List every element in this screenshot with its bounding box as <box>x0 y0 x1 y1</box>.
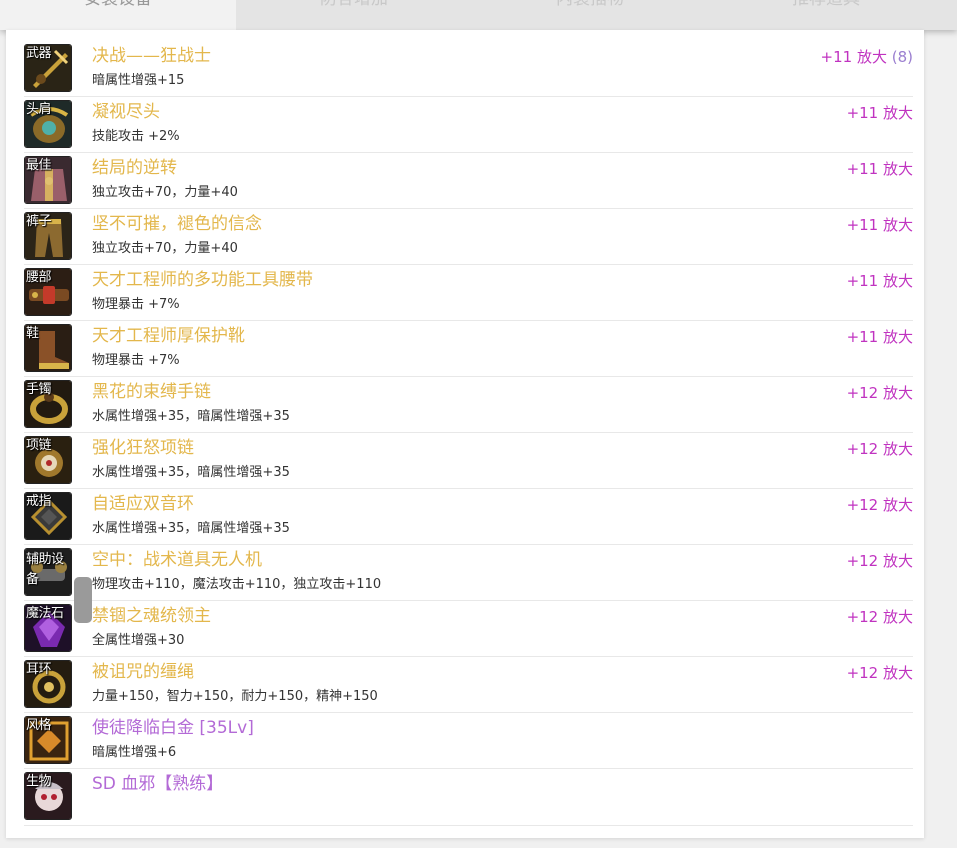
item-stats: 力量+150，智力+150，耐力+150，精神+150 <box>92 689 378 704</box>
weapon-icon: 武器 <box>24 44 72 92</box>
equipment-row-support[interactable]: 辅助设备 空中：战术道具无人机 物理攻击+110，魔法攻击+110，独立攻击+1… <box>24 545 913 601</box>
drone-icon: 辅助设备 <box>24 548 72 596</box>
necklace-icon: 项链 <box>24 436 72 484</box>
equipment-row-pants[interactable]: 裤子 坚不可摧，褪色的信念 独立攻击+70，力量+40 +11 放大 <box>24 209 913 265</box>
equipment-row-pet[interactable]: 生物 SD 血邪【熟练】 <box>24 769 913 826</box>
enhance-level: +12 放大 <box>846 496 913 514</box>
equipment-row-top[interactable]: 最佳 结局的逆转 独立攻击+70，力量+40 +11 放大 <box>24 153 913 209</box>
slot-label: 手镯 <box>26 382 52 397</box>
item-name[interactable]: 凝视尽头 <box>92 101 160 123</box>
item-stats: 独立攻击+70，力量+40 <box>92 241 238 256</box>
item-name[interactable]: 强化狂怒项链 <box>92 437 194 459</box>
item-stats: 技能攻击 +2% <box>92 129 180 144</box>
item-name[interactable]: 坚不可摧，褪色的信念 <box>92 213 262 235</box>
slot-label: 头肩 <box>26 102 52 117</box>
tab-interior[interactable]: 内装插物 <box>472 0 708 30</box>
item-name[interactable]: 黑花的束缚手链 <box>92 381 211 403</box>
enhance-level: +12 放大 <box>846 608 913 626</box>
style-icon: 风格 <box>24 716 72 764</box>
item-stats: 独立攻击+70，力量+40 <box>92 185 238 200</box>
equipment-row-earring[interactable]: 耳环 被诅咒的缰绳 力量+150，智力+150，耐力+150，精神+150 +1… <box>24 657 913 713</box>
item-stats: 全属性增强+30 <box>92 633 185 648</box>
slot-label: 辅助设备 <box>26 552 64 587</box>
item-name[interactable]: 决战——狂战士 <box>92 45 211 67</box>
enhance-level: +11 放大 <box>846 328 913 346</box>
ring-icon: 戒指 <box>24 492 72 540</box>
magic-stone-icon: 魔法石 <box>24 604 72 652</box>
slot-label: 项链 <box>26 438 52 453</box>
item-stats: 物理暴击 +7% <box>92 297 180 312</box>
equipment-row-shoes[interactable]: 鞋 天才工程师厚保护靴 物理暴击 +7% +11 放大 <box>24 321 913 377</box>
item-stats: 物理攻击+110，魔法攻击+110，独立攻击+110 <box>92 577 382 592</box>
enhance-count: (8) <box>891 48 913 66</box>
belt-icon: 腰部 <box>24 268 72 316</box>
slot-label: 魔法石 <box>26 606 64 621</box>
item-stats: 水属性增强+35，暗属性增强+35 <box>92 465 290 480</box>
equipment-row-style[interactable]: 风格 使徒降临白金 [35Lv] 暗属性增强+6 <box>24 713 913 769</box>
slot-label: 武器 <box>26 46 52 61</box>
item-stats: 物理暴击 +7% <box>92 353 180 368</box>
slot-label: 裤子 <box>26 214 52 229</box>
equipment-row-bracelet[interactable]: 手镯 黑花的束缚手链 水属性增强+35，暗属性增强+35 +12 放大 <box>24 377 913 433</box>
equipment-row-necklace[interactable]: 项链 强化狂怒项链 水属性增强+35，暗属性增强+35 +12 放大 <box>24 433 913 489</box>
enhance-level: +12 放大 <box>846 552 913 570</box>
item-name[interactable]: SD 血邪【熟练】 <box>92 773 223 795</box>
pet-icon: 生物 <box>24 772 72 820</box>
enhance-level: +12 放大 <box>846 440 913 458</box>
equipment-row-belt[interactable]: 腰部 天才工程师的多功能工具腰带 物理暴击 +7% +11 放大 <box>24 265 913 321</box>
slot-label: 最佳 <box>26 158 52 173</box>
enhance-level: +11 放大 <box>846 272 913 290</box>
slot-label: 戒指 <box>26 494 52 509</box>
tab-recommended[interactable]: 推荐道具 <box>708 0 944 30</box>
top-icon: 最佳 <box>24 156 72 204</box>
slot-label: 耳环 <box>26 662 52 677</box>
bracelet-icon: 手镯 <box>24 380 72 428</box>
enhance-level: +11 放大 (8) <box>820 48 913 66</box>
equipment-row-weapon[interactable]: 武器 决战——狂战士 暗属性增强+15 +11 放大 (8) <box>24 41 913 97</box>
scroll-thumb[interactable] <box>74 577 92 623</box>
slot-label: 腰部 <box>26 270 52 285</box>
equipment-row-ring[interactable]: 戒指 自适应双音环 水属性增强+35，暗属性增强+35 +12 放大 <box>24 489 913 545</box>
item-stats: 暗属性增强+6 <box>92 745 177 760</box>
item-stats: 水属性增强+35，暗属性增强+35 <box>92 409 290 424</box>
enhance-level: +11 放大 <box>846 160 913 178</box>
enhance-level: +12 放大 <box>846 384 913 402</box>
item-name[interactable]: 天才工程师的多功能工具腰带 <box>92 269 313 291</box>
slot-label: 鞋 <box>26 326 39 341</box>
slot-label: 生物 <box>26 774 52 789</box>
item-name[interactable]: 被诅咒的缰绳 <box>92 661 194 683</box>
shoulder-icon: 头肩 <box>24 100 72 148</box>
item-stats: 暗属性增强+15 <box>92 73 185 88</box>
item-name[interactable]: 天才工程师厚保护靴 <box>92 325 245 347</box>
shoes-icon: 鞋 <box>24 324 72 372</box>
enhance-level: +12 放大 <box>846 664 913 682</box>
item-name[interactable]: 自适应双音环 <box>92 493 194 515</box>
earring-icon: 耳环 <box>24 660 72 708</box>
enhance-level: +11 放大 <box>846 216 913 234</box>
equipment-row-shoulder[interactable]: 头肩 凝视尽头 技能攻击 +2% +11 放大 <box>24 97 913 153</box>
slot-label: 风格 <box>26 718 52 733</box>
pants-icon: 裤子 <box>24 212 72 260</box>
tab-equipment[interactable]: 安装设备 <box>0 0 236 30</box>
item-name[interactable]: 禁锢之魂统领主 <box>92 605 211 627</box>
tab-defense[interactable]: 防各增加 <box>236 0 472 30</box>
equipment-row-magic-stone[interactable]: 魔法石 禁锢之魂统领主 全属性增强+30 +12 放大 <box>24 601 913 657</box>
item-name[interactable]: 使徒降临白金 [35Lv] <box>92 717 254 739</box>
enhance-level: +11 放大 <box>846 104 913 122</box>
equipment-list: 武器 决战——狂战士 暗属性增强+15 +11 放大 (8) 头肩 凝视尽头 技… <box>24 41 913 826</box>
equipment-panel: 武器 决战——狂战士 暗属性增强+15 +11 放大 (8) 头肩 凝视尽头 技… <box>6 30 924 838</box>
item-name[interactable]: 结局的逆转 <box>92 157 177 179</box>
item-name[interactable]: 空中：战术道具无人机 <box>92 549 262 571</box>
tab-bar: 安装设备 防各增加 内装插物 推荐道具 <box>0 0 957 30</box>
item-stats: 水属性增强+35，暗属性增强+35 <box>92 521 290 536</box>
